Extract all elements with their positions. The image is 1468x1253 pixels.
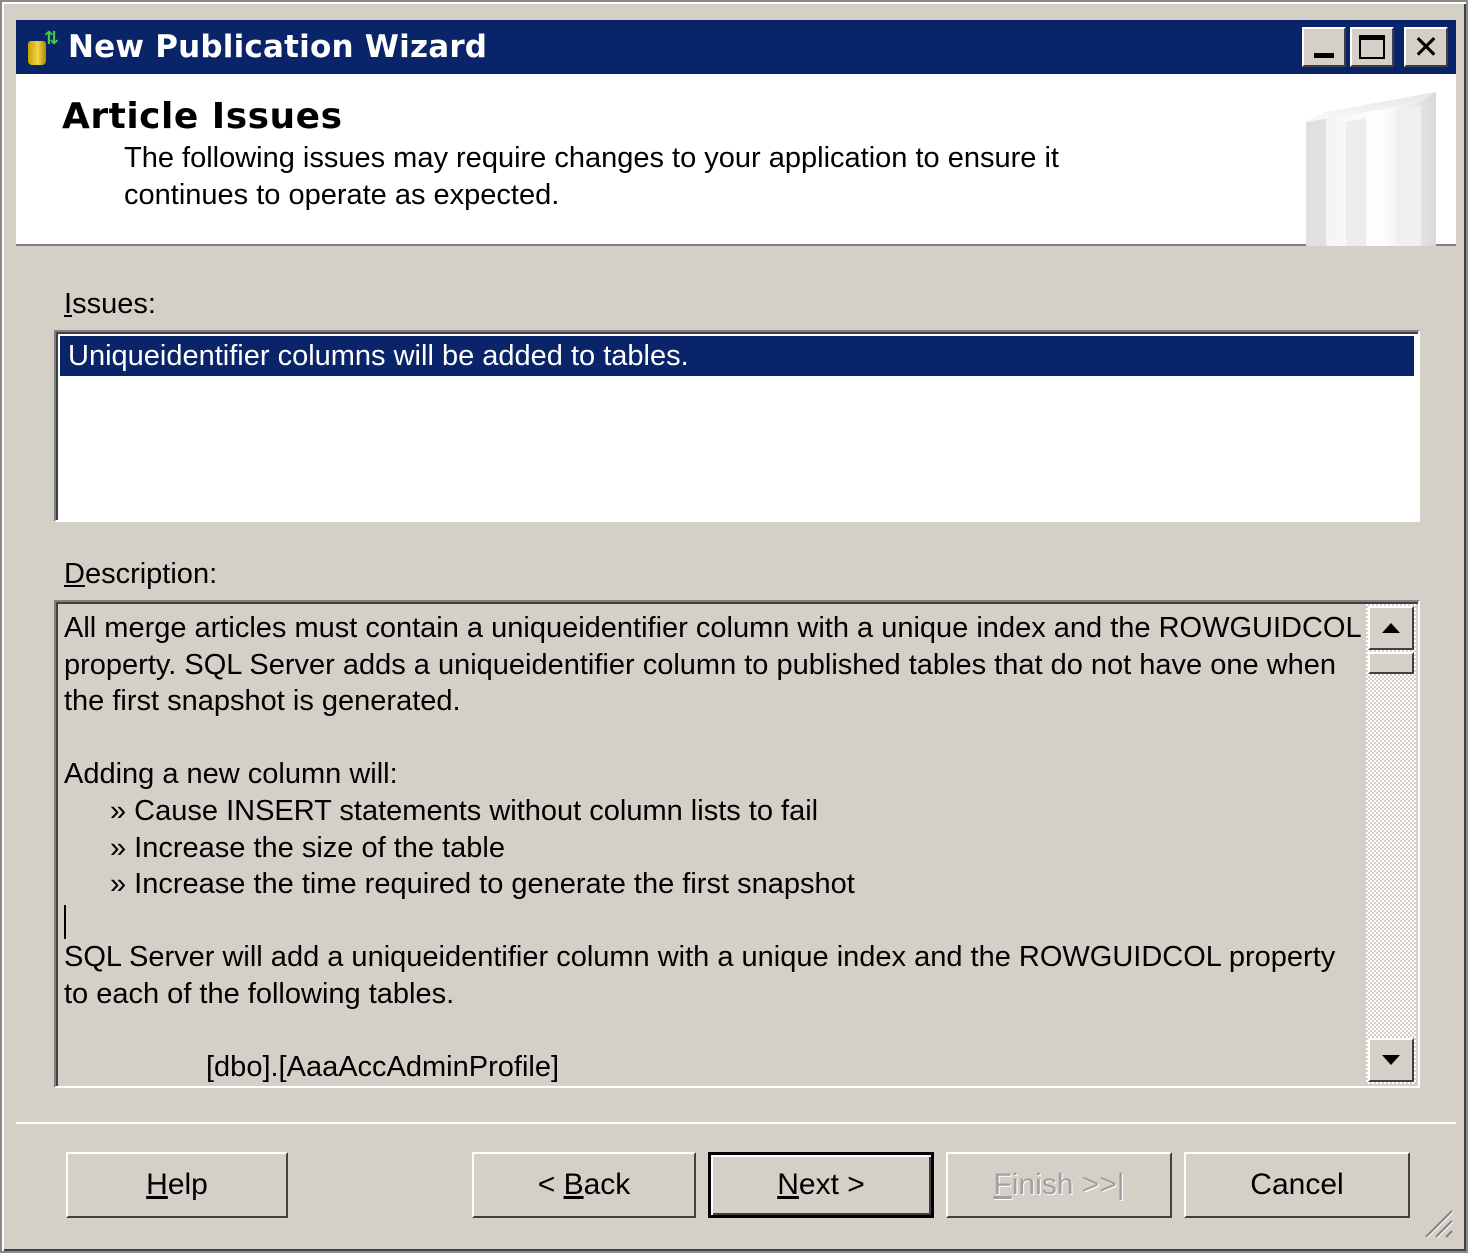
wizard-window: ⇅ New Publication Wizard ✕ Article Issue… [0, 0, 1468, 1253]
description-paragraph: All merge articles must contain a unique… [64, 612, 1361, 718]
minimize-button[interactable] [1302, 27, 1346, 67]
cancel-button[interactable]: Cancel [1184, 1152, 1410, 1218]
description-paragraph: SQL Server will add a uniqueidentifier c… [64, 941, 1336, 1010]
list-item: » Cause INSERT statements without column… [110, 794, 819, 827]
text-caret [64, 905, 66, 940]
issues-label: Issues: [64, 288, 156, 320]
list-item: » Increase the time required to generate… [110, 868, 855, 901]
vertical-scrollbar[interactable] [1366, 604, 1416, 1084]
page-title: Article Issues [62, 96, 343, 137]
scroll-down-button[interactable] [1368, 1038, 1414, 1082]
scroll-up-button[interactable] [1368, 606, 1414, 650]
footer-separator [16, 1122, 1456, 1124]
finish-button[interactable]: Finish >>| [946, 1152, 1172, 1218]
minimize-icon [1314, 53, 1334, 58]
page-description: The following issues may require changes… [124, 142, 1059, 211]
publication-wizard-icon: ⇅ [24, 27, 64, 67]
description-label: Description: [64, 558, 218, 590]
resize-grip-icon[interactable] [1422, 1207, 1454, 1239]
list-item: » Increase the size of the table [110, 831, 505, 864]
close-icon: ✕ [1412, 28, 1440, 66]
table-name: [dbo].[AaaAccAdminProfile] [206, 1051, 560, 1084]
description-intro: Adding a new column will: [64, 758, 398, 791]
wizard-banner-graphic [1306, 92, 1436, 246]
help-button[interactable]: Help [66, 1152, 288, 1218]
description-textbox[interactable]: All merge articles must contain a unique… [54, 600, 1420, 1088]
wizard-header: Article Issues The following issues may … [16, 74, 1456, 246]
window-title: New Publication Wizard [68, 29, 488, 65]
title-bar[interactable]: ⇅ New Publication Wizard ✕ [16, 20, 1456, 74]
maximize-icon [1359, 35, 1385, 59]
back-button[interactable]: < Back [472, 1152, 696, 1218]
next-button[interactable]: Next > [708, 1152, 934, 1218]
list-item[interactable]: Uniqueidentifier columns will be added t… [60, 336, 1414, 376]
scroll-thumb[interactable] [1368, 652, 1414, 674]
issues-list[interactable]: Uniqueidentifier columns will be added t… [54, 330, 1420, 522]
maximize-button[interactable] [1350, 27, 1394, 67]
arrow-down-icon [1382, 1055, 1400, 1065]
close-button[interactable]: ✕ [1404, 27, 1448, 67]
arrow-up-icon [1382, 623, 1400, 633]
